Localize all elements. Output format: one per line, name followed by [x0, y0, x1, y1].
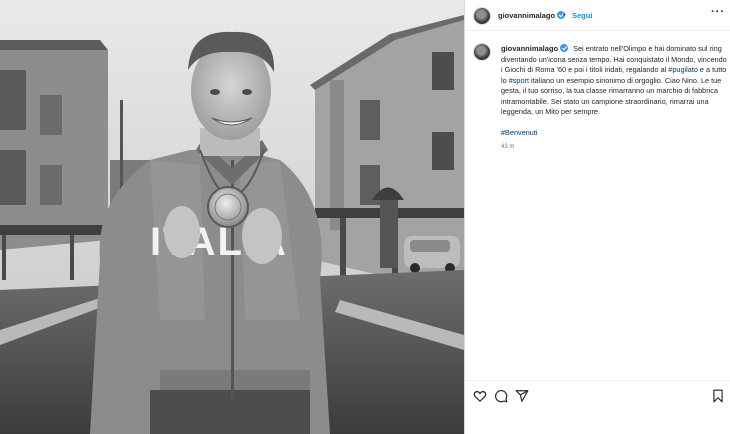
- comment-icon[interactable]: [494, 389, 508, 403]
- heart-icon[interactable]: [473, 389, 487, 403]
- post-timestamp[interactable]: 43 m: [501, 142, 727, 153]
- hashtag-benvenuti[interactable]: #Benvenuti: [501, 128, 538, 137]
- bookmark-icon[interactable]: [711, 389, 725, 403]
- post-sidebar: giovannimalago • Segui ··· giovannimalag…: [464, 0, 730, 434]
- action-bar: [465, 380, 730, 434]
- author-username[interactable]: giovannimalago: [498, 11, 566, 20]
- gold-medal: [207, 186, 249, 228]
- separator-dot: •: [563, 10, 566, 19]
- post-photo[interactable]: ITALIA: [0, 0, 464, 434]
- caption-username[interactable]: giovannimalago: [501, 44, 569, 53]
- follow-button[interactable]: Segui: [572, 11, 592, 20]
- post-header: giovannimalago • Segui ···: [465, 0, 730, 31]
- verified-badge-icon: [560, 44, 569, 52]
- caption-text: giovannimalago Sei entrato nell'Olimpo e…: [501, 44, 727, 153]
- hashtag-sport[interactable]: #sport: [509, 76, 529, 85]
- more-options-icon[interactable]: ···: [711, 6, 725, 18]
- author-avatar[interactable]: [473, 7, 491, 25]
- hashtag-pugilato[interactable]: #pugilato: [668, 65, 698, 74]
- caption-avatar[interactable]: [473, 43, 491, 61]
- share-icon[interactable]: [515, 389, 529, 403]
